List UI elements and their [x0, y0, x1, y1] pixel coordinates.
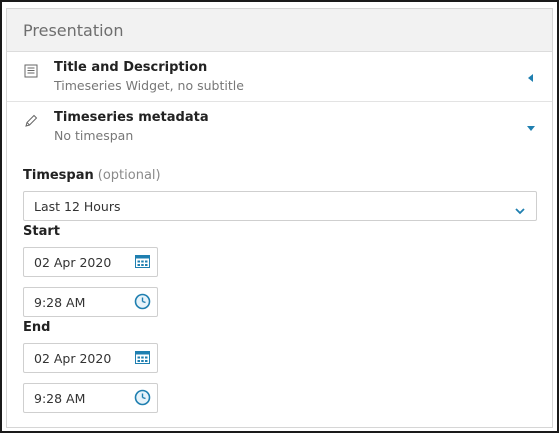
start-label: Start [23, 224, 60, 239]
presentation-panel: Presentation Title and Description Times… [6, 8, 553, 428]
chevron-down-icon [514, 201, 526, 215]
timespan-label: Timespan (optional) [23, 168, 161, 183]
clock-icon[interactable] [134, 389, 151, 406]
end-time-input[interactable]: 9:28 AM [23, 383, 158, 413]
timespan-label-text: Timespan [23, 168, 94, 183]
list-icon [23, 63, 39, 79]
start-date-value: 02 Apr 2020 [34, 255, 112, 270]
calendar-icon[interactable] [134, 253, 151, 270]
clock-icon[interactable] [134, 293, 151, 310]
timespan-select-value: Last 12 Hours [34, 199, 121, 214]
calendar-icon[interactable] [134, 349, 151, 366]
start-time-value: 9:28 AM [34, 295, 86, 310]
start-time-input[interactable]: 9:28 AM [23, 287, 158, 317]
optional-hint: (optional) [97, 168, 161, 183]
section-title: Timeseries metadata [54, 110, 209, 125]
timespan-select[interactable]: Last 12 Hours [23, 191, 537, 221]
window-frame: Presentation Title and Description Times… [0, 0, 559, 433]
caret-left-icon[interactable] [526, 68, 536, 82]
end-label: End [23, 320, 51, 335]
section-subtitle: No timespan [54, 128, 134, 143]
section-timeseries-metadata[interactable]: Timeseries metadata No timespan [7, 102, 552, 151]
section-title: Title and Description [54, 60, 208, 75]
caret-down-icon[interactable] [526, 118, 536, 131]
start-date-input[interactable]: 02 Apr 2020 [23, 247, 158, 277]
section-title-and-description[interactable]: Title and Description Timeseries Widget,… [7, 52, 552, 102]
panel-title: Presentation [23, 20, 124, 40]
end-date-value: 02 Apr 2020 [34, 351, 112, 366]
end-date-input[interactable]: 02 Apr 2020 [23, 343, 158, 373]
panel-header: Presentation [7, 9, 552, 52]
end-time-value: 9:28 AM [34, 391, 86, 406]
pencil-icon [23, 113, 39, 129]
section-subtitle: Timeseries Widget, no subtitle [54, 78, 244, 93]
